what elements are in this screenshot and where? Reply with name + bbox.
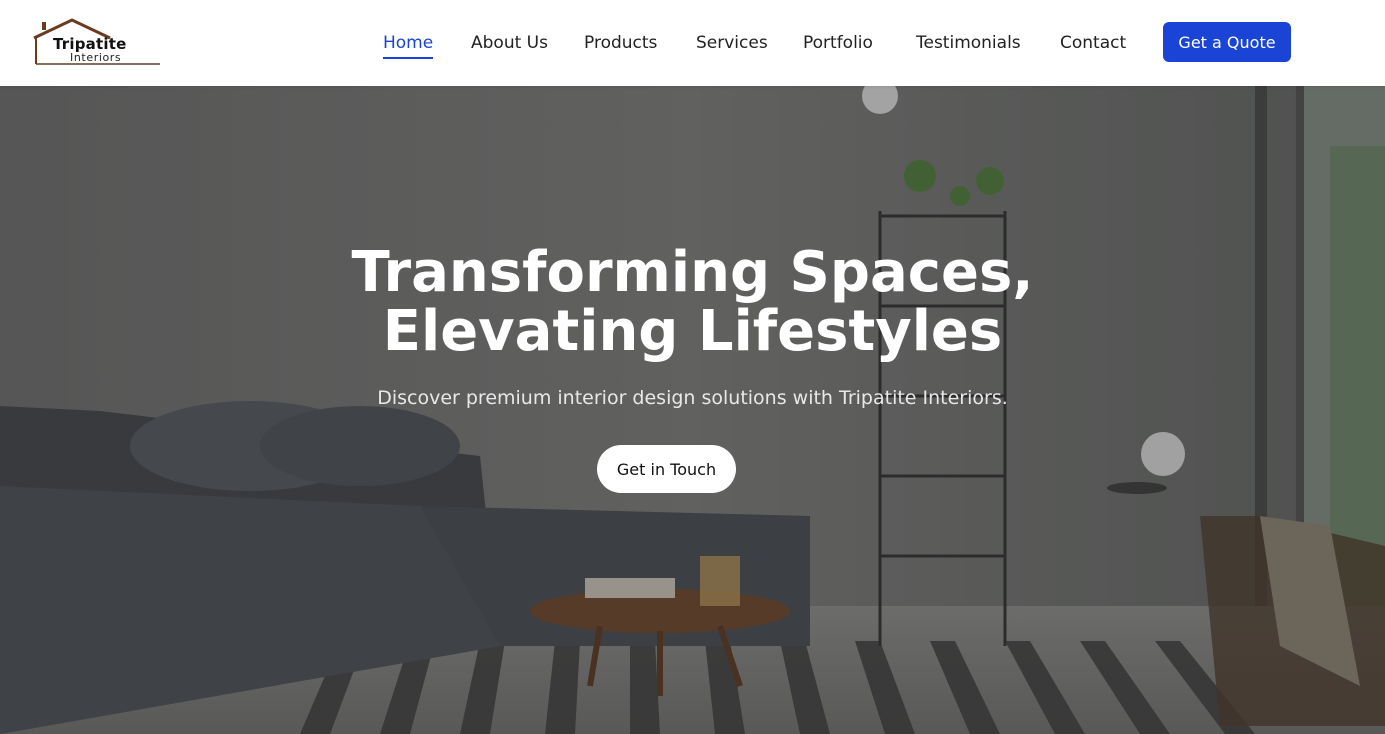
brand-logo[interactable]: Tripatite Interiors bbox=[32, 18, 162, 68]
hero-subtitle: Discover premium interior design solutio… bbox=[377, 387, 1008, 409]
nav-home[interactable]: Home bbox=[383, 31, 434, 59]
nav-testimonials[interactable]: Testimonials bbox=[916, 31, 1021, 55]
hero-title-line2: Elevating Lifestyles bbox=[382, 299, 1003, 364]
nav-products[interactable]: Products bbox=[584, 31, 657, 55]
get-in-touch-button[interactable]: Get in Touch bbox=[597, 445, 736, 493]
nav-contact[interactable]: Contact bbox=[1060, 31, 1126, 55]
site-header: Tripatite Interiors Home About Us Produc… bbox=[0, 0, 1385, 86]
hero-title: Transforming Spaces, Elevating Lifestyle… bbox=[0, 243, 1385, 361]
nav-about-us[interactable]: About Us bbox=[471, 31, 548, 55]
hero-title-line1: Transforming Spaces, bbox=[351, 240, 1034, 305]
nav-portfolio[interactable]: Portfolio bbox=[803, 31, 873, 55]
get-a-quote-button[interactable]: Get a Quote bbox=[1163, 22, 1291, 62]
nav-services[interactable]: Services bbox=[696, 31, 768, 55]
hero-overlay bbox=[0, 86, 1385, 734]
brand-subtitle: Interiors bbox=[70, 51, 122, 64]
hero-section: Transforming Spaces, Elevating Lifestyle… bbox=[0, 86, 1385, 734]
